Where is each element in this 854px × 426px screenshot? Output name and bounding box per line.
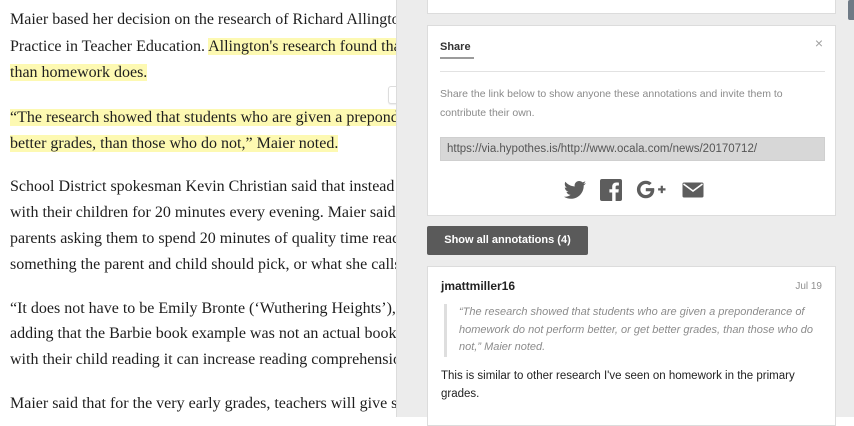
article-text: School District spokesman Kevin Christia… (10, 178, 420, 195)
article-line: Maier said that for the very early grade… (10, 393, 397, 415)
annotation-username[interactable]: jmattmiller16 (441, 279, 515, 293)
article-text: parents asking them to spend 20 minutes … (10, 230, 420, 247)
facebook-icon[interactable] (599, 178, 623, 202)
article-line: “The research showed that students who a… (10, 107, 420, 129)
article-line: than homework does. (10, 62, 148, 84)
article-line: something the parent and child should pi… (10, 254, 401, 276)
highlighted-text[interactable]: better grades, than those who do not,” M… (10, 135, 339, 152)
article-text: Maier based her decision on the research… (10, 11, 420, 28)
highlighted-text[interactable]: Allington's research found that (208, 38, 406, 55)
article-line: parents asking them to spend 20 minutes … (10, 228, 420, 250)
google-plus-icon[interactable] (635, 178, 669, 202)
article-text: something the parent and child should pi… (10, 256, 401, 273)
share-divider (440, 71, 825, 72)
article-text: Maier said that for the very early grade… (10, 395, 398, 412)
share-icons (563, 178, 705, 202)
close-icon[interactable]: × (812, 36, 826, 50)
share-panel: Share × Share the link below to show any… (427, 25, 836, 216)
annotation-sidebar: Share × Share the link below to show any… (396, 0, 854, 426)
article-text: with their children for 20 minutes every… (10, 204, 420, 221)
article-content: Maier based her decision on the research… (0, 0, 420, 417)
share-title-underline (440, 57, 474, 59)
article-line: “It does not have to be Emily Bronte (‘W… (10, 298, 420, 320)
share-title: Share (440, 41, 471, 53)
article-line: better grades, than those who do not,” M… (10, 133, 339, 155)
annotation-card[interactable]: jmattmiller16 Jul 19 “The research showe… (427, 266, 836, 426)
email-icon[interactable] (681, 178, 705, 202)
article-line: Practice in Teacher Education. Allington… (10, 36, 406, 58)
article-line: with their children for 20 minutes every… (10, 202, 420, 224)
annotation-body: This is similar to other research I've s… (441, 370, 795, 400)
share-link-input[interactable] (440, 137, 825, 161)
article-line: adding that the Barbie book example was … (10, 323, 397, 345)
highlighted-text[interactable]: “The research showed that students who a… (10, 109, 420, 126)
article-text: “It does not have to be Emily Bronte (‘W… (10, 300, 420, 317)
article-line: with their child reading it can increase… (10, 349, 409, 371)
highlighted-text[interactable]: than homework does. (10, 64, 148, 81)
show-all-annotations-button[interactable]: Show all annotations (4) (427, 226, 588, 255)
article-text: Practice in Teacher Education. (10, 38, 209, 55)
twitter-icon[interactable] (563, 178, 587, 202)
article-text: adding that the Barbie book example was … (10, 325, 397, 342)
article-text: with their child reading it can increase… (10, 351, 409, 368)
annotation-date[interactable]: Jul 19 (795, 281, 822, 292)
article-line: School District spokesman Kevin Christia… (10, 176, 420, 198)
previous-card (427, 0, 836, 14)
article-line: Maier based her decision on the research… (10, 9, 420, 31)
share-description: Share the link below to show anyone thes… (440, 88, 783, 119)
annotation-quote: “The research showed that students who a… (444, 304, 816, 357)
sidebar-toggle-tab[interactable] (848, 0, 854, 20)
